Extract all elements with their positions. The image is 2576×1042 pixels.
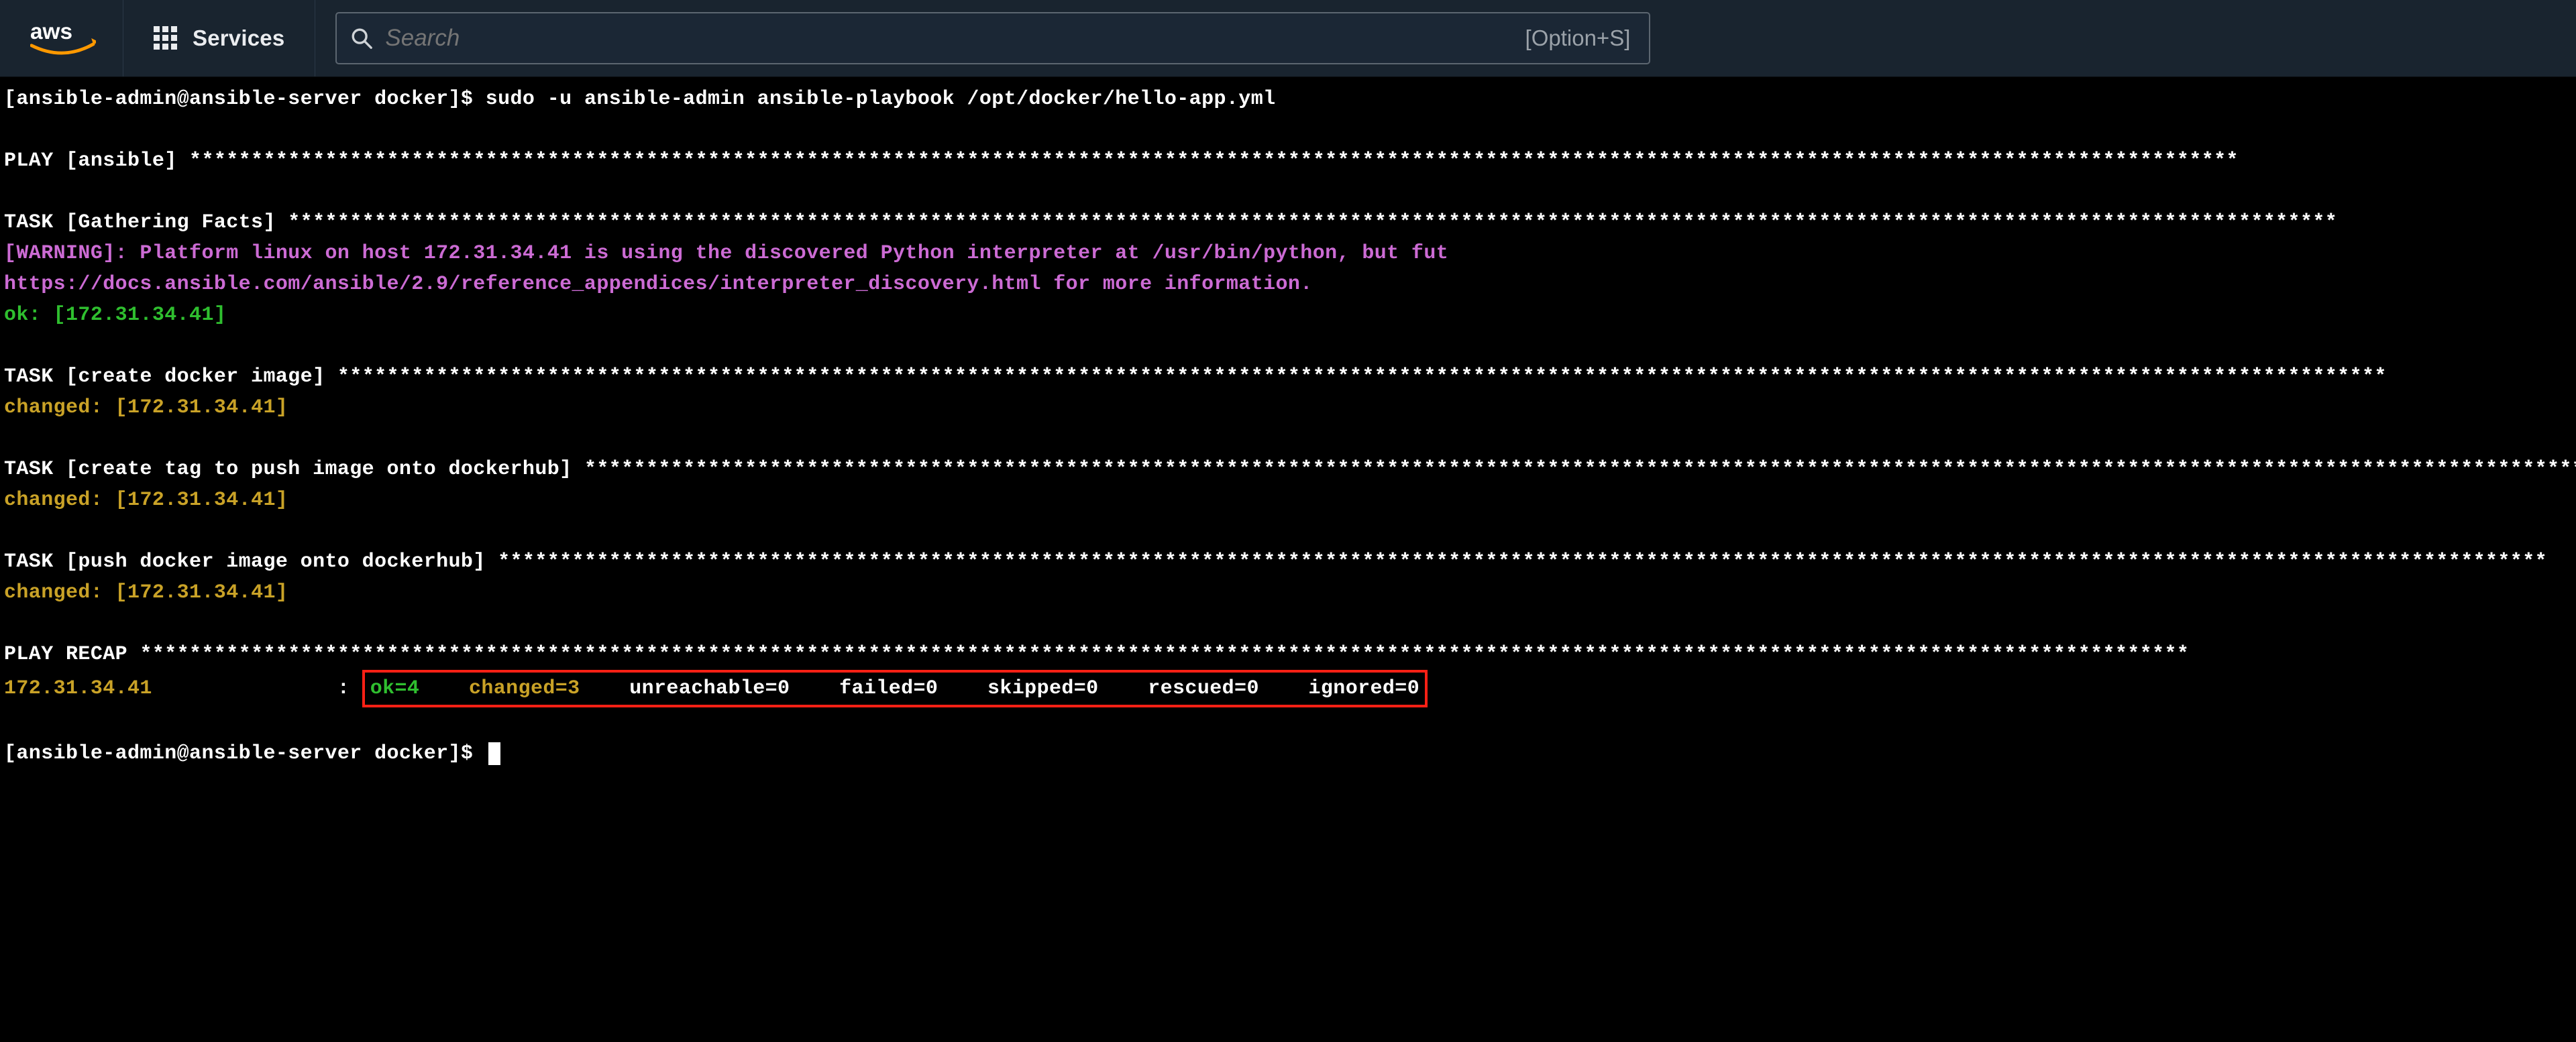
recap-skipped: skipped=0 [987, 677, 1099, 700]
task-changed: changed: [172.31.34.41] [4, 489, 288, 512]
task-changed: changed: [172.31.34.41] [4, 396, 288, 419]
aws-logo-icon: aws [30, 17, 96, 59]
task-create-tag: TASK [create tag to push image onto dock… [4, 458, 2576, 481]
search-icon [350, 27, 373, 50]
search-input[interactable] [373, 25, 1525, 52]
shell-prompt: [ansible-admin@ansible-server docker]$ [4, 742, 473, 765]
global-search: [Option+S] [335, 12, 1650, 64]
recap-highlight-box: ok=4 changed=3 unreachable=0 failed=0 sk… [362, 670, 1428, 707]
terminal-cursor [488, 742, 500, 765]
aws-console-header: aws Services [Option+S] [0, 0, 2576, 77]
recap-unreachable: unreachable=0 [629, 677, 790, 700]
task-changed: changed: [172.31.34.41] [4, 581, 288, 604]
recap-changed: changed=3 [469, 677, 580, 700]
terminal-output[interactable]: [ansible-admin@ansible-server docker]$ s… [0, 77, 2576, 769]
search-box[interactable]: [Option+S] [335, 12, 1650, 64]
recap-ok: ok=4 [370, 677, 420, 700]
services-grid-icon [154, 26, 178, 50]
search-shortcut-hint: [Option+S] [1525, 25, 1636, 51]
play-header: PLAY [ansible] *************************… [4, 150, 2239, 172]
recap-rescued: rescued=0 [1148, 677, 1259, 700]
play-recap-header: PLAY RECAP *****************************… [4, 643, 2189, 666]
task-gathering-facts: TASK [Gathering Facts] *****************… [4, 211, 2337, 234]
task-create-docker-image: TASK [create docker image] *************… [4, 365, 2387, 388]
recap-failed: failed=0 [839, 677, 938, 700]
svg-text:aws: aws [30, 19, 72, 44]
shell-prompt: [ansible-admin@ansible-server docker]$ [4, 88, 473, 111]
shell-command: sudo -u ansible-admin ansible-playbook /… [486, 88, 1276, 111]
ansible-warning-line1: [WARNING]: Platform linux on host 172.31… [4, 242, 1448, 265]
task-push-dockerhub: TASK [push docker image onto dockerhub] … [4, 551, 2547, 573]
ansible-warning-line2: https://docs.ansible.com/ansible/2.9/ref… [4, 273, 1313, 296]
services-menu[interactable]: Services [123, 0, 315, 76]
services-label: Services [193, 25, 284, 51]
star-fill: ****************************************… [189, 150, 2239, 172]
recap-host: 172.31.34.41 [4, 677, 152, 700]
recap-ignored: ignored=0 [1308, 677, 1419, 700]
task-ok: ok: [172.31.34.41] [4, 304, 226, 327]
aws-logo[interactable]: aws [17, 0, 123, 76]
